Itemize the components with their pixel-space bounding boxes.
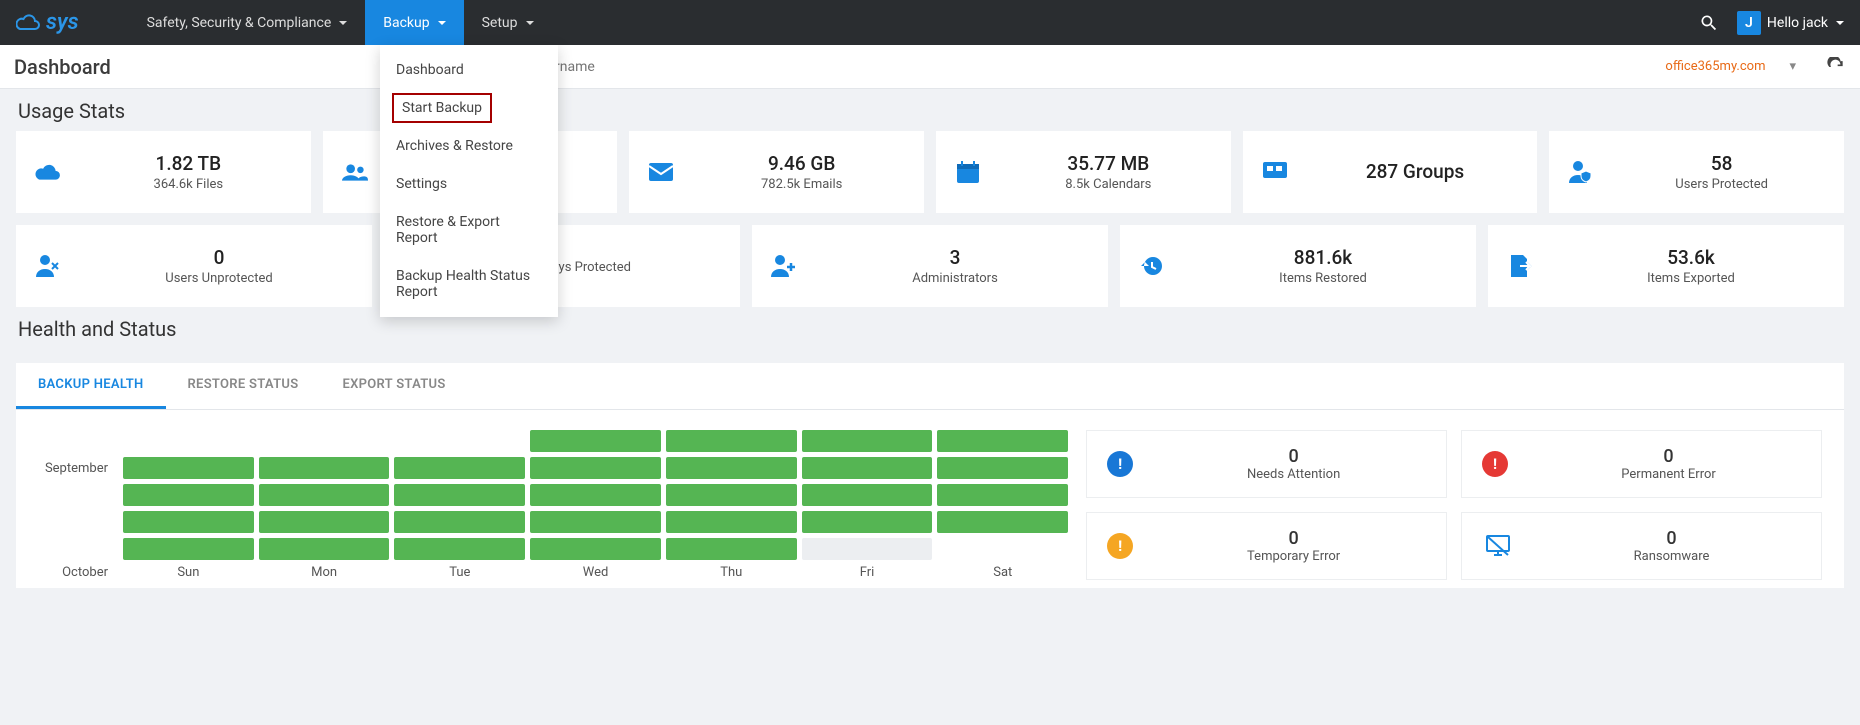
cal-month-sep: September xyxy=(38,461,118,476)
stats-row-2: 0Users Unprotected Days Protected 3Admin… xyxy=(0,225,1860,307)
nav-backup[interactable]: Backup xyxy=(365,0,463,45)
cal-cell[interactable] xyxy=(394,538,525,560)
calendar-icon xyxy=(952,161,984,183)
cal-cell[interactable] xyxy=(666,538,797,560)
cal-cell[interactable] xyxy=(937,457,1068,479)
cal-cell[interactable] xyxy=(259,484,390,506)
cal-cell[interactable] xyxy=(259,538,390,560)
stat-groups: 287 Groups xyxy=(1243,131,1538,213)
domain-text: office365my.com xyxy=(1665,59,1765,74)
stat-unprotected: 0Users Unprotected xyxy=(16,225,372,307)
stat-emails: 9.46 GB782.5k Emails xyxy=(629,131,924,213)
cloud-icon xyxy=(32,162,64,182)
search-icon[interactable] xyxy=(1699,13,1719,33)
cal-cell[interactable] xyxy=(123,484,254,506)
cal-cell[interactable] xyxy=(394,511,525,533)
tab-restore-status[interactable]: RESTORE STATUS xyxy=(166,363,321,409)
status-temporary-error: ! 0Temporary Error xyxy=(1086,512,1447,580)
cal-cell[interactable] xyxy=(394,484,525,506)
cal-cell[interactable] xyxy=(123,538,254,560)
cal-cell[interactable] xyxy=(666,457,797,479)
cal-cell[interactable] xyxy=(802,430,933,452)
user-plus-icon xyxy=(768,255,800,277)
stat-admins: 3Administrators xyxy=(752,225,1108,307)
stats-row-1: 1.82 TB364.6k Files 9.46 GB782.5k Emails… xyxy=(0,131,1860,213)
cal-cell[interactable] xyxy=(666,484,797,506)
user-avatar: J xyxy=(1737,11,1761,35)
logo: sys xyxy=(16,10,79,35)
user-x-icon xyxy=(32,255,64,277)
tab-export-status[interactable]: EXPORT STATUS xyxy=(320,363,467,409)
cal-cell[interactable] xyxy=(530,457,661,479)
refresh-icon[interactable] xyxy=(1826,57,1846,77)
cal-cell[interactable] xyxy=(123,457,254,479)
stat-protected: 58Users Protected xyxy=(1549,131,1844,213)
tab-backup-health[interactable]: BACKUP HEALTH xyxy=(16,363,166,409)
groups-icon xyxy=(1259,162,1291,182)
cal-cell[interactable] xyxy=(666,430,797,452)
backup-calendar: September October Sun Mon Tue Wed Thu Fr… xyxy=(38,430,1068,580)
domain-select[interactable]: office365my.com ▾ xyxy=(1651,59,1810,74)
health-title: Health and Status xyxy=(0,307,1860,349)
cal-cell[interactable] xyxy=(259,457,390,479)
shield-user-icon xyxy=(1565,161,1597,183)
stat-storage: 1.82 TB364.6k Files xyxy=(16,131,311,213)
cal-cell[interactable] xyxy=(259,511,390,533)
stat-exported: 53.6kItems Exported xyxy=(1488,225,1844,307)
cal-cell[interactable] xyxy=(530,484,661,506)
brand-text: sys xyxy=(46,10,79,35)
nav-safety[interactable]: Safety, Security & Compliance xyxy=(129,0,366,45)
mail-icon xyxy=(645,163,677,181)
cal-cell[interactable] xyxy=(530,511,661,533)
dropdown-health-report[interactable]: Backup Health Status Report xyxy=(380,257,558,311)
status-cards: ! 0Needs Attention ! 0Permanent Error ! … xyxy=(1086,430,1822,580)
dropdown-settings[interactable]: Settings xyxy=(380,165,558,203)
nav-setup[interactable]: Setup xyxy=(464,0,552,45)
export-icon xyxy=(1504,255,1536,277)
stat-calendars: 35.77 MB8.5k Calendars xyxy=(936,131,1231,213)
stat-restored: 881.6kItems Restored xyxy=(1120,225,1476,307)
cal-cell[interactable] xyxy=(802,457,933,479)
cal-cell[interactable] xyxy=(802,538,933,560)
page-title: Dashboard xyxy=(14,55,111,79)
history-icon xyxy=(1136,254,1168,278)
cal-cell[interactable] xyxy=(937,484,1068,506)
error-icon: ! xyxy=(1482,451,1508,477)
cal-cell[interactable] xyxy=(937,511,1068,533)
users-icon xyxy=(339,162,371,182)
monitor-off-icon xyxy=(1482,534,1514,558)
cal-cell[interactable] xyxy=(802,511,933,533)
user-greeting: Hello jack xyxy=(1767,15,1828,31)
cal-cell[interactable] xyxy=(123,511,254,533)
info-icon: ! xyxy=(1107,451,1133,477)
main-nav: Safety, Security & Compliance Backup Set… xyxy=(129,0,552,45)
cal-cell[interactable] xyxy=(937,430,1068,452)
header-bar: Dashboard office365my.com ▾ xyxy=(0,45,1860,89)
status-needs-attention: ! 0Needs Attention xyxy=(1086,430,1447,498)
user-menu[interactable]: J Hello jack xyxy=(1737,11,1844,35)
dropdown-restore-report[interactable]: Restore & Export Report xyxy=(380,203,558,257)
dropdown-start-backup[interactable]: Start Backup xyxy=(392,93,492,123)
cal-cell[interactable] xyxy=(530,538,661,560)
user-search-input[interactable] xyxy=(491,49,1652,85)
health-panel: BACKUP HEALTH RESTORE STATUS EXPORT STAT… xyxy=(16,363,1844,588)
usage-stats-title: Usage Stats xyxy=(0,89,1860,131)
cal-cell[interactable] xyxy=(666,511,797,533)
dropdown-dashboard[interactable]: Dashboard xyxy=(380,51,558,89)
status-ransomware: 0Ransomware xyxy=(1461,512,1822,580)
warning-icon: ! xyxy=(1107,533,1133,559)
dropdown-archives[interactable]: Archives & Restore xyxy=(380,127,558,165)
backup-dropdown: Dashboard Start Backup Archives & Restor… xyxy=(380,45,558,317)
cal-cell[interactable] xyxy=(802,484,933,506)
user-search-wrap xyxy=(491,49,1652,85)
cloud-icon xyxy=(16,12,42,34)
topbar: sys Safety, Security & Compliance Backup… xyxy=(0,0,1860,45)
status-permanent-error: ! 0Permanent Error xyxy=(1461,430,1822,498)
cal-cell[interactable] xyxy=(530,430,661,452)
health-tabs: BACKUP HEALTH RESTORE STATUS EXPORT STAT… xyxy=(16,363,1844,410)
cal-cell[interactable] xyxy=(394,457,525,479)
cal-month-oct: October xyxy=(38,565,118,580)
